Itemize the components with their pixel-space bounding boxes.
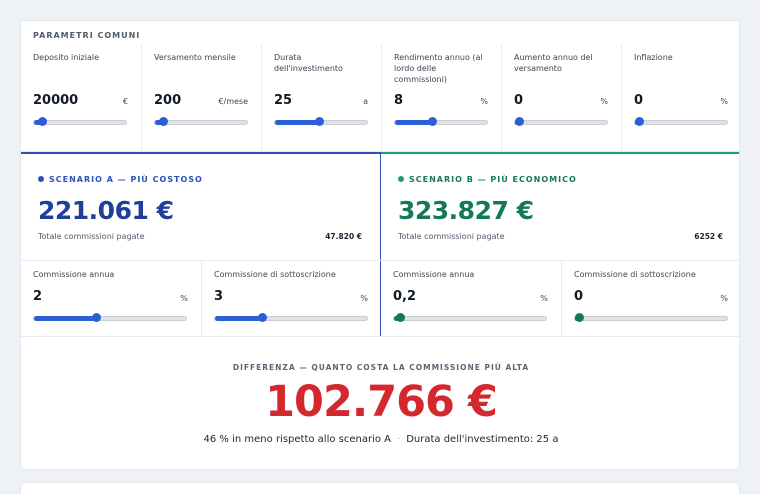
calculator-card: PARAMETRI COMUNI Deposito iniziale 20000… — [20, 20, 740, 470]
slider-thumb[interactable] — [396, 313, 405, 322]
scenario-a-total-value: 47.820 € — [325, 232, 362, 241]
slider-thumb[interactable] — [635, 117, 644, 126]
param-label: Aumento annuo del versamento — [514, 53, 593, 73]
param-unit: €/mese — [218, 97, 248, 106]
param-unit: a — [363, 97, 368, 106]
param-label: Durata dell'investimento — [274, 53, 343, 73]
scenario-b-panel: SCENARIO B — PIÙ ECONOMICO 323.827 € Tot… — [381, 152, 739, 336]
param-unit: % — [480, 97, 488, 106]
param-label: Rendimento annuo (al lordo delle commiss… — [394, 53, 483, 84]
field-label: Commissione di sottoscrizione — [574, 270, 696, 279]
common-parameters: PARAMETRI COMUNI Deposito iniziale 20000… — [21, 21, 739, 152]
scenario-b-title: SCENARIO B — PIÙ ECONOMICO — [409, 175, 577, 184]
scenario-a-dot-icon — [38, 176, 44, 182]
scenario-b-subscription-fee-input[interactable]: 0 — [574, 289, 583, 304]
field-unit: % — [180, 294, 188, 303]
field-label: Commissione di sottoscrizione — [214, 270, 336, 279]
slider-thumb[interactable] — [159, 117, 168, 126]
scenario-b-annual-fee-input[interactable]: 0,2 — [393, 289, 416, 304]
param-label: Versamento mensile — [154, 53, 236, 62]
slider-thumb[interactable] — [428, 117, 437, 126]
scenario-a-annual-fee-slider[interactable] — [33, 313, 187, 322]
field-unit: % — [540, 294, 548, 303]
duration-slider[interactable] — [274, 117, 368, 126]
monthly-deposit-input[interactable]: 200 — [154, 93, 181, 108]
slider-thumb[interactable] — [92, 313, 101, 322]
deposit-increase-input[interactable]: 0 — [514, 93, 523, 108]
common-section-title: PARAMETRI COMUNI — [33, 31, 141, 40]
scenario-b-total-label: Totale commissioni pagate — [398, 232, 505, 241]
slider-fill — [275, 120, 319, 125]
difference-note: 46 % in meno rispetto allo scenario A · Du… — [21, 434, 739, 445]
field-label: Commissione annua — [33, 270, 115, 279]
duration-input[interactable]: 25 — [274, 93, 292, 108]
field-unit: % — [360, 294, 368, 303]
param-inflation: Inflazione 0 % — [621, 44, 739, 151]
difference-percent-note: 46 % in meno rispetto allo scenario A — [203, 434, 392, 445]
param-label: Inflazione — [634, 53, 673, 62]
field-label: Commissione annua — [393, 270, 475, 279]
slider-thumb[interactable] — [258, 313, 267, 322]
scenario-a-header: SCENARIO A — PIÙ COSTOSO — [38, 175, 203, 184]
slider-fill — [395, 120, 432, 125]
scenario-a-annual-fee-input[interactable]: 2 — [33, 289, 42, 304]
annual-return-input[interactable]: 8 — [394, 93, 403, 108]
scenario-b-subscription-fee: Commissione di sottoscrizione 0 % — [561, 260, 739, 336]
scenario-b-dot-icon — [398, 176, 404, 182]
scenario-b-final-amount: 323.827 € — [398, 196, 534, 225]
monthly-deposit-slider[interactable] — [154, 117, 248, 126]
param-monthly-deposit: Versamento mensile 200 €/mese — [141, 44, 261, 151]
param-annual-return: Rendimento annuo (al lordo delle commiss… — [381, 44, 501, 151]
scenario-a-final-amount: 221.061 € — [38, 196, 174, 225]
field-unit: % — [720, 294, 728, 303]
difference-panel: DIFFERENZA — QUANTO COSTA LA COMMISSIONE… — [21, 336, 739, 469]
annual-return-slider[interactable] — [394, 117, 488, 126]
scenario-b-header: SCENARIO B — PIÙ ECONOMICO — [398, 175, 577, 184]
difference-duration-note: Durata dell'investimento: 25 a — [406, 434, 559, 445]
next-card — [20, 482, 740, 494]
scenario-b-subscription-fee-slider[interactable] — [574, 313, 728, 322]
initial-deposit-slider[interactable] — [33, 117, 127, 126]
slider-thumb[interactable] — [515, 117, 524, 126]
deposit-increase-slider[interactable] — [514, 117, 608, 126]
scenario-a-total-label: Totale commissioni pagate — [38, 232, 145, 241]
param-unit: % — [720, 97, 728, 106]
initial-deposit-input[interactable]: 20000 — [33, 93, 78, 108]
scenario-a-annual-fee: Commissione annua 2 % — [21, 260, 201, 336]
scenario-b-total-value: 6252 € — [694, 232, 723, 241]
scenario-b-annual-fee-slider[interactable] — [393, 313, 547, 322]
slider-fill — [215, 316, 262, 321]
slider-thumb[interactable] — [38, 117, 47, 126]
scenario-a-panel: SCENARIO A — PIÙ COSTOSO 221.061 € Total… — [21, 152, 381, 336]
param-duration: Durata dell'investimento 25 a — [261, 44, 381, 151]
note-separator: · — [397, 434, 401, 445]
scenario-a-subscription-fee-slider[interactable] — [214, 313, 368, 322]
slider-thumb[interactable] — [575, 313, 584, 322]
scenario-a-subscription-fee-input[interactable]: 3 — [214, 289, 223, 304]
param-unit: % — [600, 97, 608, 106]
difference-title: DIFFERENZA — QUANTO COSTA LA COMMISSIONE… — [232, 363, 530, 372]
inflation-input[interactable]: 0 — [634, 93, 643, 108]
difference-amount: 102.766 € — [265, 377, 498, 427]
slider-thumb[interactable] — [315, 117, 324, 126]
param-deposit-increase: Aumento annuo del versamento 0 % — [501, 44, 621, 151]
param-label: Deposito iniziale — [33, 53, 100, 62]
inflation-slider[interactable] — [634, 117, 728, 126]
param-unit: € — [122, 97, 128, 106]
scenario-b-annual-fee: Commissione annua 0,2 % — [381, 260, 561, 336]
scenario-a-title: SCENARIO A — PIÙ COSTOSO — [49, 175, 203, 184]
slider-fill — [34, 316, 96, 321]
scenario-a-subscription-fee: Commissione di sottoscrizione 3 % — [201, 260, 381, 336]
param-initial-deposit: Deposito iniziale 20000 € — [21, 44, 141, 151]
